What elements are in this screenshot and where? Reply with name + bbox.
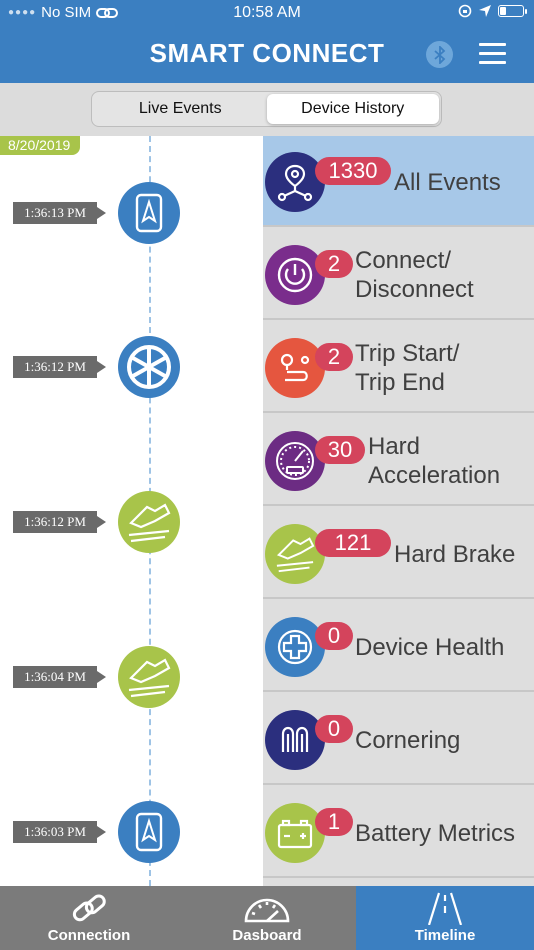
event-category-list: 1330 All Events 2 Connect/Disconnect 2 T… [263,136,534,886]
segment-bar: Live Events Device History [0,83,534,136]
phone-navigation-icon [118,182,180,244]
timeline-item[interactable]: 1:36:12 PM [0,336,263,398]
route-icon [265,338,325,398]
tab-live-events[interactable]: Live Events [94,94,267,124]
event-count-badge: 121 [315,529,391,557]
event-label: All Events [394,169,501,196]
timeline-time: 1:36:12 PM [13,356,106,378]
network-pin-icon [265,152,325,212]
tab-device-history[interactable]: Device History [266,94,439,124]
event-label: Battery Metrics [355,820,516,847]
event-label: Hard Brake [394,541,516,568]
event-count-badge: 0 [315,622,353,650]
timeline-item[interactable]: 1:36:03 PM [0,801,263,863]
tab-dashboard[interactable]: Dasboard [178,886,356,950]
bluetooth-icon [433,45,445,64]
location-arrow-icon [479,5,491,17]
event-device-health[interactable]: 0 Device Health [263,601,534,692]
power-icon [265,245,325,305]
bluetooth-button[interactable] [426,41,453,68]
timeline-item[interactable]: 1:36:12 PM [0,491,263,553]
timeline-time: 1:36:12 PM [13,511,106,533]
event-label: Trip Start/Trip End [355,340,460,396]
event-label: Connect/Disconnect [355,247,474,303]
event-label: Device Health [355,634,505,661]
status-time: 10:58 AM [233,4,301,21]
event-count-badge: 2 [315,343,353,371]
menu-button[interactable] [479,43,506,65]
timeline-time: 1:36:04 PM [13,666,106,688]
chain-link-icon [72,894,106,922]
gauge-icon [244,898,290,923]
event-trip-start-end[interactable]: 2 Trip Start/Trip End [263,322,534,413]
tab-label: Connection [47,927,131,944]
battery-indicator-icon [498,5,527,17]
event-connect-disconnect[interactable]: 2 Connect/Disconnect [263,229,534,320]
health-cross-icon [265,617,325,677]
pedal-icon [118,491,180,553]
app-header: ●●●● No SIM 10:58 AM SMART CONNECT [0,0,534,83]
battery-icon [265,803,325,863]
tab-label: Timeline [414,927,476,944]
tab-timeline[interactable]: Timeline [356,886,534,950]
road-icon [427,892,463,925]
timeline-item[interactable]: 1:36:04 PM [0,646,263,708]
hamburger-icon [479,43,506,46]
bottom-tab-bar: Connection Dasboard Timeline [0,886,534,950]
event-battery-metrics[interactable]: 1 Battery Metrics [263,787,534,878]
pedal-icon [118,646,180,708]
timeline-item[interactable]: 1:36:13 PM [0,182,263,244]
cornering-icon [265,710,325,770]
event-label: Hard Acceleration [368,433,501,489]
phone-navigation-icon [118,801,180,863]
event-count-badge: 1 [315,808,353,836]
rotation-lock-icon [458,4,472,18]
event-count-badge: 1330 [315,157,391,185]
app-title: SMART CONNECT [149,38,385,68]
timeline-date: 8/20/2019 [0,136,81,155]
segmented-control: Live Events Device History [91,91,442,127]
timeline-time: 1:36:13 PM [13,202,106,224]
event-hard-acceleration[interactable]: 30 Hard Acceleration [263,415,534,506]
event-count-badge: 2 [315,250,353,278]
event-all-events[interactable]: 1330 All Events [263,136,534,227]
speedometer-icon [265,431,325,491]
event-cornering[interactable]: 0 Cornering [263,694,534,785]
event-count-badge: 30 [315,436,365,464]
tab-label: Dasboard [232,927,302,944]
event-hard-brake[interactable]: 121 Hard Brake [263,508,534,599]
pedal-icon [265,524,325,584]
status-bar: ●●●● No SIM 10:58 AM [0,4,534,24]
timeline-panel: 8/20/2019 1:36:13 PM 1:36:12 PM 1:36:12 … [0,136,263,886]
event-count-badge: 0 [315,715,353,743]
tab-connection[interactable]: Connection [0,886,178,950]
timeline-time: 1:36:03 PM [13,821,106,843]
event-label: Cornering [355,727,461,754]
wheel-icon [118,336,180,398]
